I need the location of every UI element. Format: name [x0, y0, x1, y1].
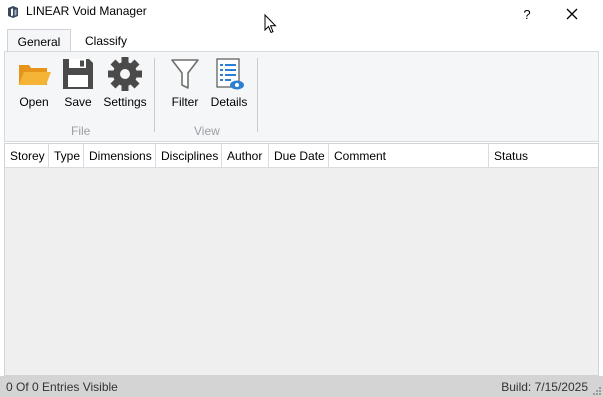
- filter-label: Filter: [171, 95, 199, 109]
- floppy-disk-icon: [63, 59, 93, 89]
- open-button[interactable]: Open: [15, 56, 53, 109]
- column-header-storey[interactable]: Storey: [5, 144, 49, 168]
- close-button[interactable]: [557, 2, 587, 26]
- open-label: Open: [19, 95, 49, 109]
- column-header-disciplines[interactable]: Disciplines: [156, 144, 222, 168]
- status-bar: 0 Of 0 Entries Visible Build: 7/15/2025: [0, 376, 603, 397]
- close-icon: [566, 8, 578, 20]
- funnel-icon: [171, 59, 199, 89]
- ribbon-panel: Open Save Settings File Filter Details V…: [4, 51, 599, 142]
- settings-label: Settings: [103, 95, 147, 109]
- save-label: Save: [64, 95, 92, 109]
- group-label-view: View: [194, 124, 220, 138]
- group-separator: [257, 58, 258, 132]
- details-label: Details: [210, 95, 248, 109]
- help-button[interactable]: ?: [512, 2, 542, 26]
- tab-general[interactable]: General: [7, 29, 71, 53]
- ribbon-tabs: General Classify: [0, 28, 603, 53]
- filter-button[interactable]: Filter: [167, 56, 203, 109]
- title-bar: LINEAR Void Manager ?: [0, 0, 603, 28]
- gear-icon: [108, 57, 142, 91]
- resize-grip-icon[interactable]: [591, 385, 601, 395]
- column-header-due-date[interactable]: Due Date: [269, 144, 329, 168]
- void-grid[interactable]: Storey Type Dimensions Disciplines Autho…: [4, 143, 599, 376]
- column-header-dimensions[interactable]: Dimensions: [84, 144, 156, 168]
- tab-classify[interactable]: Classify: [75, 29, 137, 53]
- grid-header: Storey Type Dimensions Disciplines Autho…: [5, 144, 598, 168]
- save-button[interactable]: Save: [60, 56, 96, 109]
- settings-button[interactable]: Settings: [102, 56, 148, 109]
- details-button[interactable]: Details: [207, 56, 251, 109]
- column-header-type[interactable]: Type: [49, 144, 84, 168]
- group-label-file: File: [71, 124, 91, 138]
- build-date: Build: 7/15/2025: [501, 380, 588, 394]
- details-list-eye-icon: [216, 58, 244, 90]
- folder-open-icon: [19, 65, 51, 85]
- column-header-status[interactable]: Status: [489, 144, 598, 168]
- column-header-comment[interactable]: Comment: [329, 144, 489, 168]
- group-separator: [154, 58, 155, 132]
- entries-visible-count: 0 Of 0 Entries Visible: [6, 380, 118, 394]
- column-header-author[interactable]: Author: [222, 144, 269, 168]
- linear-logo-icon: [8, 6, 18, 18]
- window-title: LINEAR Void Manager: [26, 4, 147, 18]
